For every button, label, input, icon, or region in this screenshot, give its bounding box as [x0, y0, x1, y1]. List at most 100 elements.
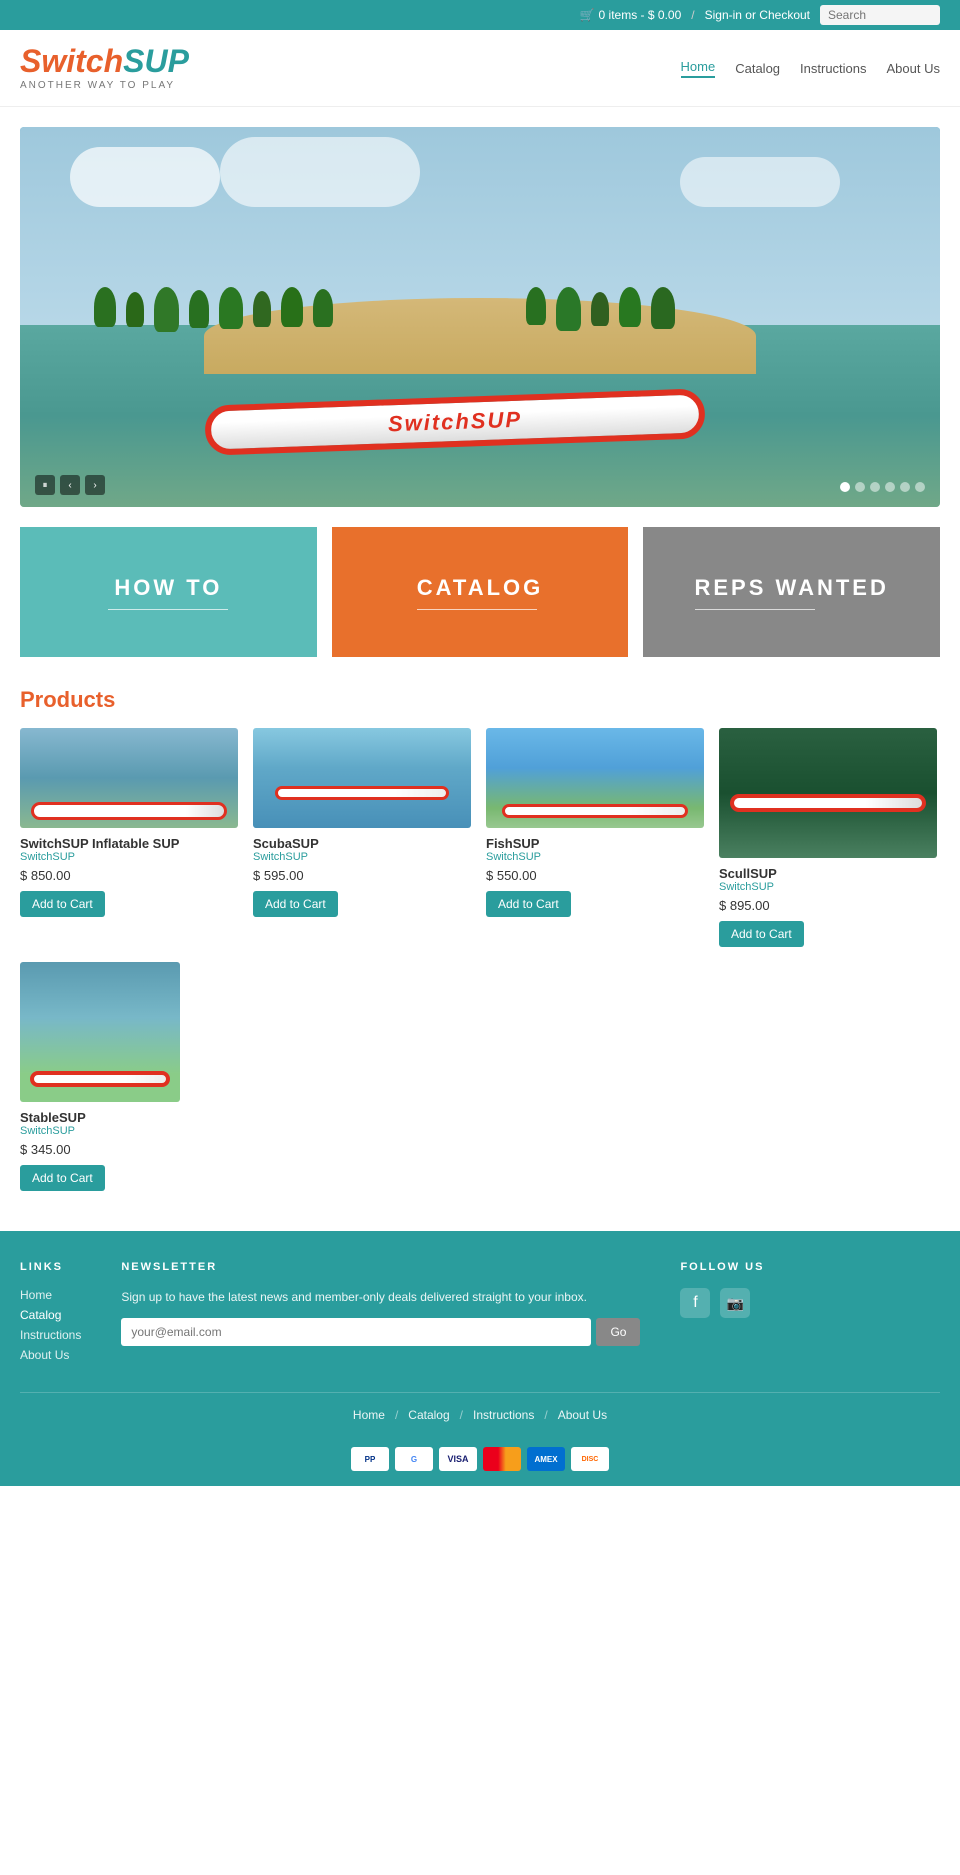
social-icons: f 📷: [680, 1288, 940, 1318]
product-brand-0: SwitchSUP: [20, 851, 238, 863]
cart-icon: 🛒: [580, 8, 595, 22]
footer-social-heading: FOLLOW US: [680, 1261, 940, 1273]
footer: LINKS Home Catalog Instructions About Us…: [0, 1231, 960, 1486]
hero-dot-4[interactable]: [900, 482, 910, 492]
hero-prev-btn[interactable]: ‹: [60, 475, 80, 495]
footer-links-col: LINKS Home Catalog Instructions About Us: [20, 1261, 81, 1362]
footer-link-catalog[interactable]: Catalog: [20, 1308, 81, 1322]
logo-text: SwitchSUP: [20, 45, 189, 77]
payment-gpay: G: [395, 1447, 433, 1471]
product-price-4: $ 345.00: [20, 1142, 238, 1157]
category-tiles: HOW TO CATALOG REPS WANTED: [20, 527, 940, 657]
hero-trees: [94, 287, 333, 332]
top-bar: 🛒 0 items - $ 0.00 / Sign-in or Checkout: [0, 0, 960, 30]
add-to-cart-0[interactable]: Add to Cart: [20, 891, 105, 917]
footer-bottom-home[interactable]: Home: [353, 1408, 385, 1422]
header: SwitchSUP ANOTHER WAY TO PLAY Home Catal…: [0, 30, 960, 107]
sep2: /: [460, 1408, 463, 1422]
products-section: Products SwitchSUP Inflatable SUP Switch…: [0, 677, 960, 1211]
footer-bottom-about[interactable]: About Us: [558, 1408, 607, 1422]
hero-image: SwitchSUP: [20, 127, 940, 507]
product-card-0: SwitchSUP Inflatable SUP SwitchSUP $ 850…: [20, 728, 238, 947]
cart-text: 0 items - $ 0.00: [599, 8, 682, 22]
add-to-cart-3[interactable]: Add to Cart: [719, 921, 804, 947]
product-brand-2: SwitchSUP: [486, 851, 704, 863]
products-grid: SwitchSUP Inflatable SUP SwitchSUP $ 850…: [20, 728, 940, 1191]
category-catalog[interactable]: CATALOG: [332, 527, 629, 657]
footer-newsletter-text: Sign up to have the latest news and memb…: [121, 1288, 640, 1306]
footer-newsletter-btn[interactable]: Go: [596, 1318, 640, 1346]
instagram-glyph: 📷: [727, 1295, 744, 1312]
sep3: /: [544, 1408, 547, 1422]
nav-catalog[interactable]: Catalog: [735, 61, 780, 76]
footer-top: LINKS Home Catalog Instructions About Us…: [20, 1261, 940, 1362]
footer-bottom-catalog[interactable]: Catalog: [408, 1408, 449, 1422]
footer-newsletter-heading: NEWSLETTER: [121, 1261, 640, 1273]
auth-link[interactable]: Sign-in or Checkout: [705, 8, 810, 22]
product-name-4: StableSUP: [20, 1110, 238, 1125]
product-price-0: $ 850.00: [20, 868, 238, 883]
product-brand-3: SwitchSUP: [719, 881, 937, 893]
payment-discover: DISC: [571, 1447, 609, 1471]
product-image-4: [20, 962, 180, 1102]
hero-dot-5[interactable]: [915, 482, 925, 492]
facebook-icon[interactable]: f: [680, 1288, 710, 1318]
footer-payment: PP G VISA MC AMEX DISC: [20, 1437, 940, 1471]
cloud1: [70, 147, 220, 207]
footer-link-home[interactable]: Home: [20, 1288, 81, 1302]
category-reps[interactable]: REPS WANTED: [643, 527, 940, 657]
footer-newsletter-form: Go: [121, 1318, 640, 1346]
nav-home[interactable]: Home: [681, 59, 716, 78]
nav-about[interactable]: About Us: [887, 61, 940, 76]
separator: /: [691, 8, 694, 22]
product-brand-1: SwitchSUP: [253, 851, 471, 863]
add-to-cart-2[interactable]: Add to Cart: [486, 891, 571, 917]
instagram-icon[interactable]: 📷: [720, 1288, 750, 1318]
product-card-2: FishSUP SwitchSUP $ 550.00 Add to Cart: [486, 728, 704, 947]
hero-dot-1[interactable]: [855, 482, 865, 492]
nav-instructions[interactable]: Instructions: [800, 61, 866, 76]
product-name-1: ScubaSUP: [253, 836, 471, 851]
footer-link-about[interactable]: About Us: [20, 1348, 81, 1362]
payment-amex: AMEX: [527, 1447, 565, 1471]
product-card-4: StableSUP SwitchSUP $ 345.00 Add to Cart: [20, 962, 238, 1191]
logo[interactable]: SwitchSUP ANOTHER WAY TO PLAY: [20, 45, 189, 91]
footer-email-input[interactable]: [121, 1318, 591, 1346]
category-howto-label: HOW TO: [108, 575, 228, 610]
hero-dot-2[interactable]: [870, 482, 880, 492]
add-to-cart-4[interactable]: Add to Cart: [20, 1165, 105, 1191]
payment-paypal: PP: [351, 1447, 389, 1471]
payment-mc: MC: [483, 1447, 521, 1471]
footer-links-list: Home Catalog Instructions About Us: [20, 1288, 81, 1362]
footer-bottom-nav: Home / Catalog / Instructions / About Us: [20, 1392, 940, 1437]
sep1: /: [395, 1408, 398, 1422]
hero-controls: ⏸ ‹ ›: [35, 475, 105, 495]
hero-dot-3[interactable]: [885, 482, 895, 492]
hero-trees2: [526, 287, 675, 331]
hero-pause-btn[interactable]: ⏸: [35, 475, 55, 495]
category-catalog-label: CATALOG: [417, 575, 544, 610]
product-name-0: SwitchSUP Inflatable SUP: [20, 836, 238, 851]
footer-newsletter-col: NEWSLETTER Sign up to have the latest ne…: [121, 1261, 640, 1362]
footer-bottom-instructions[interactable]: Instructions: [473, 1408, 534, 1422]
hero-dot-0[interactable]: [840, 482, 850, 492]
search-input[interactable]: [820, 5, 940, 25]
product-name-3: ScullSUP: [719, 866, 937, 881]
cart-info[interactable]: 🛒 0 items - $ 0.00: [580, 8, 682, 22]
add-to-cart-1[interactable]: Add to Cart: [253, 891, 338, 917]
cloud3: [680, 157, 840, 207]
footer-link-instructions[interactable]: Instructions: [20, 1328, 81, 1342]
logo-tagline: ANOTHER WAY TO PLAY: [20, 80, 189, 91]
product-price-2: $ 550.00: [486, 868, 704, 883]
logo-switch: Switch: [20, 43, 123, 79]
product-price-3: $ 895.00: [719, 898, 937, 913]
cloud2: [220, 137, 420, 207]
category-howto[interactable]: HOW TO: [20, 527, 317, 657]
product-brand-4: SwitchSUP: [20, 1125, 238, 1137]
product-card-1: ScubaSUP SwitchSUP $ 595.00 Add to Cart: [253, 728, 471, 947]
footer-social-col: FOLLOW US f 📷: [680, 1261, 940, 1362]
main-nav: Home Catalog Instructions About Us: [681, 59, 940, 78]
hero-next-btn[interactable]: ›: [85, 475, 105, 495]
footer-links-heading: LINKS: [20, 1261, 81, 1273]
product-name-2: FishSUP: [486, 836, 704, 851]
